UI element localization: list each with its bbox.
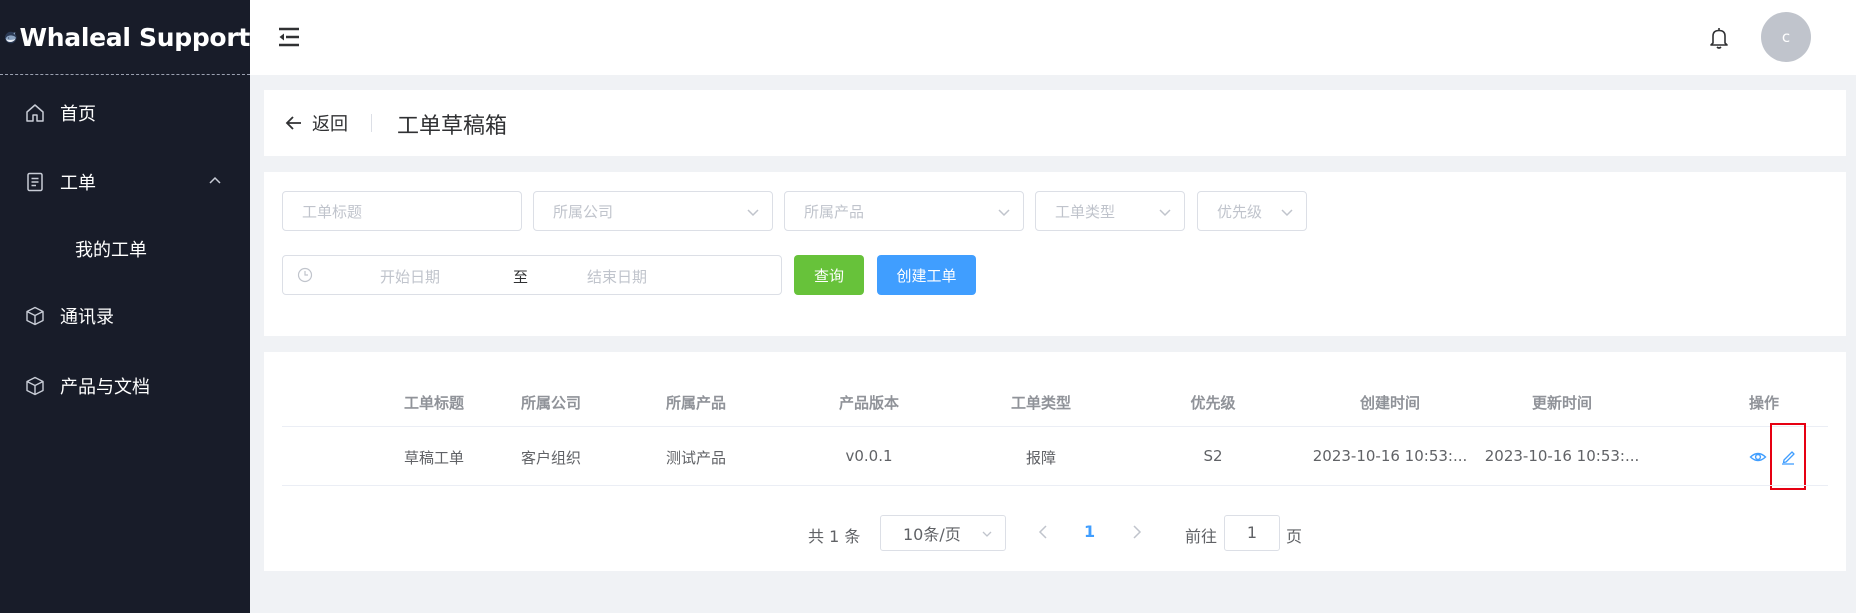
menu-fold-icon[interactable] xyxy=(278,27,300,47)
company-select[interactable]: 所属公司 xyxy=(533,191,773,231)
ticket-title-input[interactable]: 工单标题 xyxy=(282,191,522,231)
chevron-down-icon xyxy=(1281,209,1293,217)
ticket-title-placeholder: 工单标题 xyxy=(302,202,363,221)
query-button[interactable]: 查询 xyxy=(794,255,864,295)
chevron-left-icon[interactable] xyxy=(1036,524,1050,540)
arrow-left-icon xyxy=(285,116,301,130)
range-separator: 至 xyxy=(513,268,529,286)
chevron-right-icon[interactable] xyxy=(1130,524,1144,540)
sidebar-item-my-tickets[interactable]: 我的工单 xyxy=(0,224,250,274)
start-date-placeholder[interactable]: 开始日期 xyxy=(380,266,440,287)
column-header: 优先级 xyxy=(1190,394,1236,412)
product-select[interactable]: 所属产品 xyxy=(784,191,1024,231)
page-size-select[interactable]: 10条/页 xyxy=(880,515,1006,551)
table-cell: v0.0.1 xyxy=(845,447,893,465)
end-date-placeholder[interactable]: 结束日期 xyxy=(587,266,647,287)
goto-page-input[interactable]: 1 xyxy=(1224,515,1280,551)
chevron-up-icon xyxy=(209,176,221,184)
goto-label: 前往 xyxy=(1185,527,1218,546)
company-placeholder: 所属公司 xyxy=(553,202,614,221)
app-title: Whaleal Support xyxy=(19,22,251,52)
ticket-type-select[interactable]: 工单类型 xyxy=(1035,191,1185,231)
sidebar-item-products-docs[interactable]: 产品与文档 xyxy=(0,361,250,411)
sidebar-item-home[interactable]: 首页 xyxy=(0,88,250,138)
draft-ticket-table: 工单标题 所属公司 所属产品 产品版本 工单类型 优先级 创建时间 更新时间 操… xyxy=(264,352,1846,571)
sidebar: Whaleal Support 首页 工单 我的工单 通讯录 产品与文档 xyxy=(0,0,250,613)
pagination-total: 共 1 条 xyxy=(808,527,861,546)
column-header: 所属产品 xyxy=(665,394,726,412)
date-range-picker[interactable]: 开始日期 至 结束日期 xyxy=(282,255,782,295)
row-divider-line xyxy=(282,485,1828,486)
header-divider xyxy=(371,114,372,132)
eye-icon[interactable] xyxy=(1749,448,1767,466)
table-cell: S2 xyxy=(1203,447,1223,465)
box-icon xyxy=(26,306,44,326)
table-cell: 测试产品 xyxy=(665,449,726,467)
sidebar-item-label: 通讯录 xyxy=(60,307,114,328)
sidebar-item-label: 我的工单 xyxy=(75,240,147,261)
back-label: 返回 xyxy=(312,114,348,135)
column-header: 创建时间 xyxy=(1359,394,1420,412)
table-cell: 2023-10-16 10:53:... xyxy=(1312,447,1468,465)
home-icon xyxy=(26,104,44,122)
column-header: 更新时间 xyxy=(1531,394,1592,412)
chevron-down-icon xyxy=(982,531,992,537)
sidebar-item-tickets[interactable]: 工单 xyxy=(0,157,250,207)
edit-action-highlight xyxy=(1770,423,1806,490)
ticket-type-placeholder: 工单类型 xyxy=(1055,202,1116,221)
sidebar-item-contacts[interactable]: 通讯录 xyxy=(0,291,250,341)
box-icon xyxy=(26,376,44,396)
page-number-current[interactable]: 1 xyxy=(1084,522,1095,541)
back-button[interactable]: 返回 xyxy=(284,110,348,136)
priority-select[interactable]: 优先级 xyxy=(1197,191,1307,231)
column-header: 所属公司 xyxy=(520,394,581,412)
clock-icon xyxy=(297,267,313,283)
avatar[interactable]: c xyxy=(1761,12,1811,62)
filter-panel: 工单标题 所属公司 所属产品 工单类型 优先级 开始日期 至 结束日期 查询 创… xyxy=(264,172,1846,336)
page-header-card: 返回 工单草稿箱 xyxy=(264,90,1846,156)
table-cell: 2023-10-16 10:53:... xyxy=(1484,447,1640,465)
sidebar-item-label: 首页 xyxy=(60,104,96,125)
logo[interactable]: Whaleal Support xyxy=(0,0,250,75)
product-placeholder: 所属产品 xyxy=(804,202,865,221)
page-suffix: 页 xyxy=(1286,527,1303,546)
top-header: c xyxy=(250,0,1856,75)
column-header: 工单类型 xyxy=(1010,394,1071,412)
sidebar-item-label: 工单 xyxy=(60,173,96,194)
document-icon xyxy=(27,172,43,192)
page-title: 工单草稿箱 xyxy=(397,114,508,139)
table-cell: 客户组织 xyxy=(520,449,581,467)
priority-placeholder: 优先级 xyxy=(1217,202,1263,221)
chevron-down-icon xyxy=(1159,209,1171,217)
page-size-value: 10条/页 xyxy=(903,525,961,544)
header-divider-line xyxy=(282,426,1828,427)
bell-icon[interactable] xyxy=(1708,26,1730,50)
create-ticket-button[interactable]: 创建工单 xyxy=(877,255,976,295)
whale-logo-icon xyxy=(5,31,17,44)
column-header: 产品版本 xyxy=(838,394,899,412)
column-header: 操作 xyxy=(1748,394,1779,412)
table-cell: 报障 xyxy=(1025,449,1056,467)
sidebar-item-label: 产品与文档 xyxy=(60,377,150,398)
chevron-down-icon xyxy=(747,209,759,217)
chevron-down-icon xyxy=(998,209,1010,217)
